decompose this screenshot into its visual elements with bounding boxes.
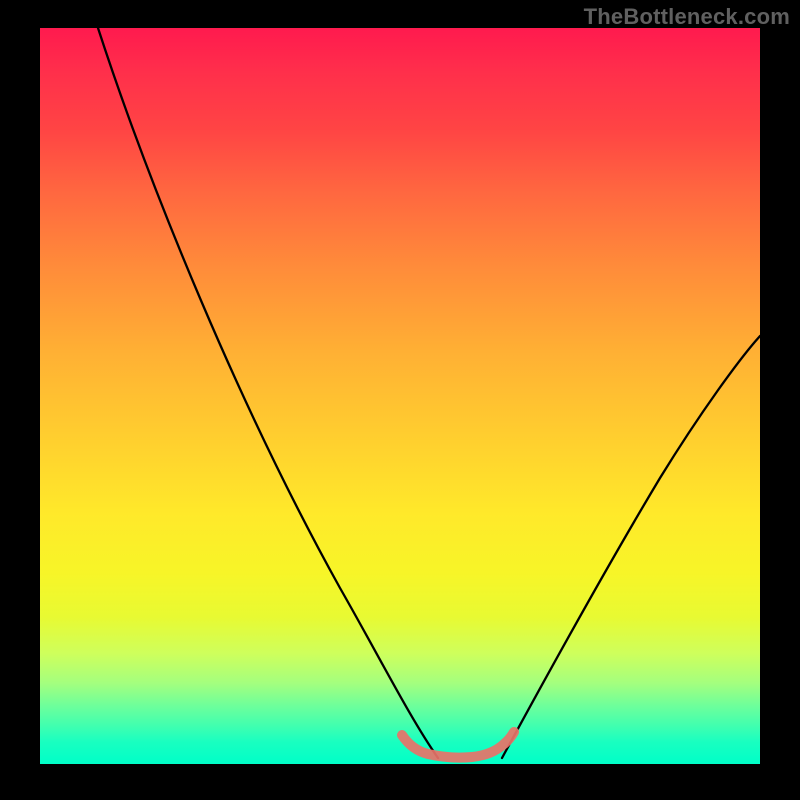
watermark-text: TheBottleneck.com [584,4,790,30]
curve-overlay [40,28,760,764]
left-bottleneck-curve [98,28,438,758]
plot-area [40,28,760,764]
right-bottleneck-curve [502,336,760,758]
valley-marker [402,732,514,758]
chart-frame: TheBottleneck.com [0,0,800,800]
